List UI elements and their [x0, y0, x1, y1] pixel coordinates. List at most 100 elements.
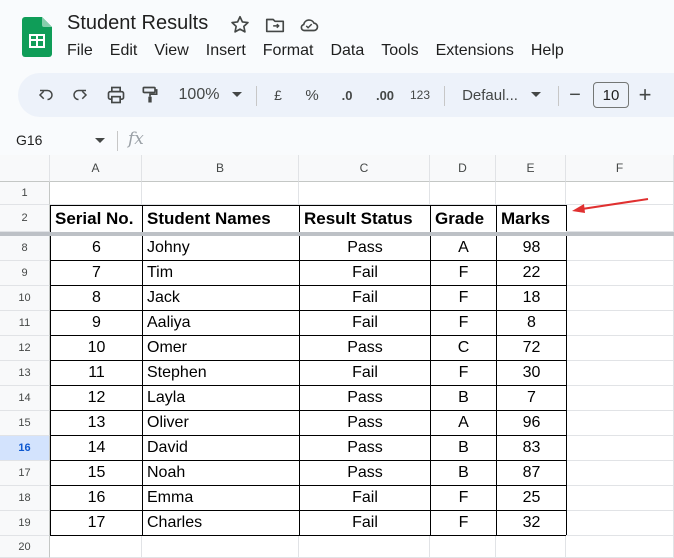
sheets-logo-icon[interactable]	[22, 17, 52, 57]
data-cell[interactable]: 12	[50, 385, 143, 411]
row-header-12[interactable]: 12	[0, 336, 50, 361]
print-icon[interactable]	[104, 73, 128, 117]
font-dropdown-icon[interactable]	[528, 73, 544, 117]
cell-empty[interactable]	[50, 182, 142, 205]
cell-empty[interactable]	[566, 336, 674, 361]
column-header-c[interactable]: C	[299, 155, 430, 182]
data-cell[interactable]: 6	[50, 235, 143, 261]
increase-font-size-button[interactable]: +	[635, 73, 655, 117]
data-cell[interactable]: Pass	[299, 335, 431, 361]
data-cell[interactable]: 11	[50, 360, 143, 386]
menu-insert[interactable]: Insert	[206, 42, 246, 62]
data-cell[interactable]: 72	[496, 335, 567, 361]
data-cell[interactable]: Jack	[142, 285, 300, 311]
row-header-11[interactable]: 11	[0, 311, 50, 336]
cell-empty[interactable]	[566, 311, 674, 336]
data-cell[interactable]: F	[430, 285, 497, 311]
cell-empty[interactable]	[566, 411, 674, 436]
row-header-17[interactable]: 17	[0, 461, 50, 486]
move-folder-icon[interactable]	[264, 14, 286, 36]
data-cell[interactable]: Pass	[299, 460, 431, 486]
cell-empty[interactable]	[566, 536, 674, 558]
data-cell[interactable]: Pass	[299, 235, 431, 261]
cell-empty[interactable]	[299, 536, 430, 558]
data-cell[interactable]: 30	[496, 360, 567, 386]
data-cell[interactable]: Stephen	[142, 360, 300, 386]
currency-format-button[interactable]: £	[268, 73, 288, 117]
column-header-b[interactable]: B	[142, 155, 299, 182]
row-header-13[interactable]: 13	[0, 361, 50, 386]
cell-empty[interactable]	[566, 386, 674, 411]
data-cell[interactable]: 10	[50, 335, 143, 361]
select-all-corner[interactable]	[0, 155, 50, 182]
data-cell[interactable]: Tim	[142, 260, 300, 286]
data-cell[interactable]: 98	[496, 235, 567, 261]
data-cell[interactable]: Noah	[142, 460, 300, 486]
cell-empty[interactable]	[566, 361, 674, 386]
header-cell[interactable]: Result Status	[299, 205, 431, 233]
row-header-18[interactable]: 18	[0, 486, 50, 511]
data-cell[interactable]: 15	[50, 460, 143, 486]
data-cell[interactable]: 8	[496, 310, 567, 336]
menu-data[interactable]: Data	[330, 42, 364, 62]
decrease-font-size-button[interactable]: −	[565, 73, 585, 117]
data-cell[interactable]: Oliver	[142, 410, 300, 436]
undo-icon[interactable]	[34, 73, 58, 117]
data-cell[interactable]: Fail	[299, 360, 431, 386]
data-cell[interactable]: 96	[496, 410, 567, 436]
font-family-select[interactable]: Defaul...	[458, 73, 522, 117]
row-header-14[interactable]: 14	[0, 386, 50, 411]
data-cell[interactable]: Aaliya	[142, 310, 300, 336]
data-cell[interactable]: B	[430, 385, 497, 411]
data-cell[interactable]: F	[430, 310, 497, 336]
frozen-rows-divider[interactable]	[0, 232, 674, 236]
row-header-19[interactable]: 19	[0, 511, 50, 536]
data-cell[interactable]: B	[430, 435, 497, 461]
row-header-20[interactable]: 20	[0, 536, 50, 558]
cell-empty[interactable]	[430, 182, 496, 205]
data-cell[interactable]: A	[430, 410, 497, 436]
row-header-15[interactable]: 15	[0, 411, 50, 436]
menu-file[interactable]: File	[67, 42, 93, 62]
cell-empty[interactable]	[142, 182, 299, 205]
data-cell[interactable]: Charles	[142, 510, 300, 536]
row-header-10[interactable]: 10	[0, 286, 50, 311]
data-cell[interactable]: C	[430, 335, 497, 361]
header-cell[interactable]: Serial No.	[50, 205, 143, 233]
row-header-8[interactable]: 8	[0, 236, 50, 261]
data-cell[interactable]: A	[430, 235, 497, 261]
paint-format-icon[interactable]	[138, 73, 162, 117]
data-cell[interactable]: Fail	[299, 260, 431, 286]
data-cell[interactable]: 13	[50, 410, 143, 436]
cell-empty[interactable]	[566, 236, 674, 261]
data-cell[interactable]: Fail	[299, 285, 431, 311]
data-cell[interactable]: 18	[496, 285, 567, 311]
row-header-2[interactable]: 2	[0, 205, 50, 232]
header-cell[interactable]: Student Names	[142, 205, 300, 233]
data-cell[interactable]: Emma	[142, 485, 300, 511]
data-cell[interactable]: Pass	[299, 385, 431, 411]
data-cell[interactable]: 7	[50, 260, 143, 286]
column-header-d[interactable]: D	[430, 155, 496, 182]
data-cell[interactable]: 22	[496, 260, 567, 286]
data-cell[interactable]: David	[142, 435, 300, 461]
cell-empty[interactable]	[142, 536, 299, 558]
zoom-dropdown-icon[interactable]	[228, 73, 246, 117]
header-cell[interactable]: Grade	[430, 205, 497, 233]
cell-empty[interactable]	[496, 182, 566, 205]
data-cell[interactable]: Fail	[299, 310, 431, 336]
data-cell[interactable]: 16	[50, 485, 143, 511]
row-header-1[interactable]: 1	[0, 182, 50, 205]
data-cell[interactable]: Pass	[299, 435, 431, 461]
data-cell[interactable]: B	[430, 460, 497, 486]
menu-tools[interactable]: Tools	[381, 42, 418, 62]
cell-empty[interactable]	[430, 536, 496, 558]
data-cell[interactable]: Johny	[142, 235, 300, 261]
data-cell[interactable]: F	[430, 485, 497, 511]
cell-empty[interactable]	[566, 261, 674, 286]
cell-empty[interactable]	[566, 286, 674, 311]
menu-help[interactable]: Help	[531, 42, 564, 62]
data-cell[interactable]: 7	[496, 385, 567, 411]
more-formats-button[interactable]: 123	[406, 73, 434, 117]
data-cell[interactable]: 8	[50, 285, 143, 311]
